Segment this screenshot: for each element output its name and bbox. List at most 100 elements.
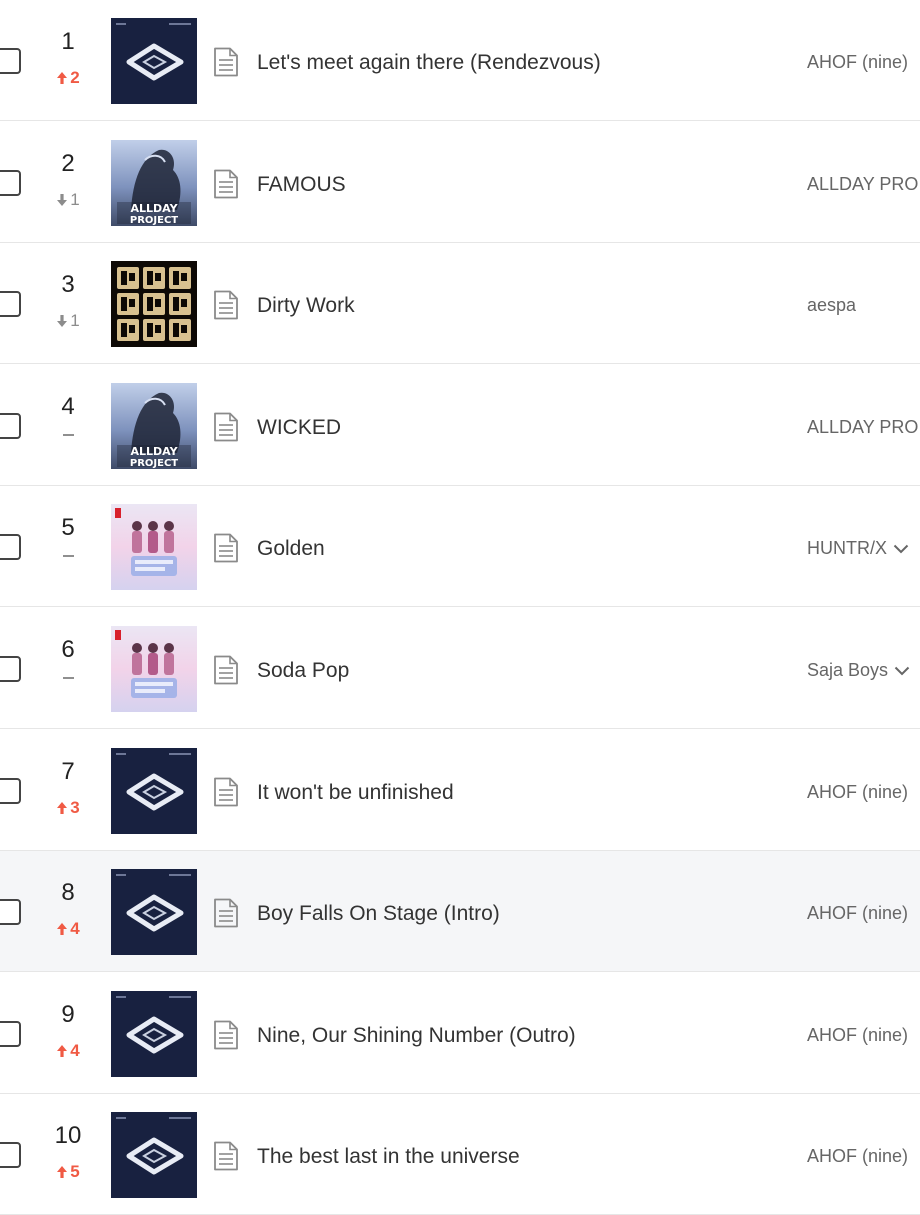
row-checkbox[interactable] [0, 412, 21, 439]
chevron-down-icon[interactable] [894, 658, 910, 682]
album-art[interactable] [111, 261, 197, 348]
song-title[interactable]: Let's meet again there (Rendezvous) [257, 50, 601, 76]
artist-label: ALLDAY PRO [807, 416, 919, 437]
song-title[interactable]: Soda Pop [257, 658, 349, 684]
artist-name[interactable]: ALLDAY PRO [807, 415, 920, 439]
svg-text:ALLDAY: ALLDAY [130, 445, 178, 458]
album-art[interactable] [111, 504, 197, 591]
song-title[interactable]: The best last in the universe [257, 1144, 520, 1170]
artist-label: AHOF (nine) [807, 781, 909, 802]
artist-label: aespa [807, 295, 857, 316]
document-icon[interactable] [213, 412, 239, 442]
rank-change: 1 [38, 190, 98, 210]
artist-label: HUNTR/X [807, 538, 887, 559]
song-title[interactable]: Boy Falls On Stage (Intro) [257, 901, 500, 927]
document-icon[interactable] [213, 1141, 239, 1171]
rank-change-amount: 1 [70, 189, 80, 209]
document-icon[interactable] [213, 47, 239, 77]
chart-row[interactable]: 9 4 Nine, Our Shining Number (Outro) AHOF (… [0, 972, 920, 1094]
song-title[interactable]: Dirty Work [257, 293, 355, 319]
album-art[interactable] [111, 869, 197, 956]
chevron-down-icon[interactable] [893, 536, 909, 560]
album-art[interactable] [111, 18, 197, 104]
artist-label: AHOF (nine) [807, 1024, 909, 1045]
chart-row[interactable]: 5 Golden HUNTR/X [0, 486, 920, 608]
rank-number: 9 [61, 1000, 75, 1028]
chart-row[interactable]: 1 2 Let's meet again there (Rendezvous) AHO… [0, 0, 920, 121]
document-icon[interactable] [213, 898, 239, 928]
chart-row[interactable]: 3 1 Dirty Work aespa [0, 243, 920, 365]
artist-name[interactable]: AHOF (nine) [807, 1144, 920, 1168]
rank-number: 7 [61, 757, 75, 785]
rank-change [38, 677, 98, 679]
row-checkbox[interactable] [0, 656, 21, 682]
artist-label: AHOF (nine) [807, 52, 909, 72]
album-art[interactable] [111, 626, 197, 712]
rank-number: 2 [61, 149, 75, 177]
rank-number: 3 [61, 271, 75, 299]
album-art[interactable]: ALLDAY PROJECT [111, 382, 197, 469]
rank-change [38, 555, 98, 558]
row-checkbox[interactable] [0, 169, 21, 196]
album-art[interactable]: ALLDAY PROJECT [111, 139, 197, 226]
rank-change [38, 433, 98, 436]
artist-name[interactable]: HUNTR/X [807, 536, 920, 560]
arrow-up-icon [56, 922, 68, 936]
chart-row[interactable]: 10 5 The best last in the universe AHOF (ni… [0, 1094, 920, 1215]
row-checkbox[interactable] [0, 1020, 21, 1047]
artist-name[interactable]: AHOF (nine) [807, 1023, 920, 1047]
arrow-up-icon [56, 71, 68, 85]
album-art[interactable] [111, 1112, 197, 1199]
rank-change-amount: 4 [70, 1040, 80, 1060]
album-art[interactable] [111, 747, 197, 834]
rank-change: 1 [38, 311, 98, 331]
chart-row[interactable]: 6 Soda Pop Saja Boys [0, 608, 920, 729]
rank-change: 3 [38, 798, 98, 818]
dash-icon [62, 433, 74, 436]
artist-name[interactable]: aespa [807, 293, 920, 317]
album-art[interactable] [111, 990, 197, 1077]
document-icon[interactable] [213, 533, 239, 563]
row-checkbox[interactable] [0, 48, 21, 74]
chart-row[interactable]: 4 ALLDAY PROJECT WICKED ALLDAY PRO [0, 364, 920, 486]
document-icon[interactable] [213, 290, 239, 320]
row-checkbox[interactable] [0, 1142, 21, 1169]
artist-name[interactable]: AHOF (nine) [807, 780, 920, 804]
artist-name[interactable]: Saja Boys [807, 658, 920, 682]
song-title[interactable]: Golden [257, 536, 325, 562]
chart-list: 1 2 Let's meet again there (Rendezvous) AHO… [0, 0, 920, 1215]
song-title[interactable]: Nine, Our Shining Number (Outro) [257, 1023, 576, 1049]
chart-row[interactable]: 8 4 Boy Falls On Stage (Intro) AHOF (nine) [0, 851, 920, 973]
artist-label: AHOF (nine) [807, 1146, 909, 1167]
artist-label: ALLDAY PRO [807, 173, 919, 194]
song-title[interactable]: WICKED [257, 415, 341, 441]
rank-change-amount: 2 [70, 68, 80, 87]
rank-number: 8 [61, 879, 75, 907]
document-icon[interactable] [213, 169, 239, 199]
document-icon[interactable] [213, 1020, 239, 1050]
rank-change: 4 [38, 1041, 98, 1061]
rank-change-amount: 1 [70, 311, 80, 331]
chart-row[interactable]: 2 1 ALLDAY PROJECT FAMOUS ALLDAY PRO [0, 121, 920, 243]
document-icon[interactable] [213, 655, 239, 685]
artist-name[interactable]: AHOF (nine) [807, 901, 920, 925]
row-checkbox[interactable] [0, 534, 21, 561]
song-title[interactable]: It won't be unfinished [257, 780, 454, 806]
artist-label: Saja Boys [807, 660, 889, 680]
artist-name[interactable]: ALLDAY PRO [807, 172, 920, 196]
row-checkbox[interactable] [0, 291, 21, 318]
rank-number: 1 [61, 28, 75, 55]
artist-name[interactable]: AHOF (nine) [807, 50, 920, 74]
document-icon[interactable] [213, 777, 239, 807]
row-checkbox[interactable] [0, 777, 21, 804]
arrow-down-icon [56, 314, 68, 328]
song-title[interactable]: FAMOUS [257, 172, 346, 198]
arrow-up-icon [56, 801, 68, 815]
rank-change: 2 [38, 68, 98, 88]
dash-icon [62, 677, 74, 679]
arrow-up-icon [56, 1044, 68, 1058]
row-checkbox[interactable] [0, 899, 21, 926]
rank-change-amount: 5 [70, 1162, 80, 1182]
chart-row[interactable]: 7 3 It won't be unfinished AHOF (nine) [0, 729, 920, 851]
arrow-down-icon [56, 193, 68, 207]
